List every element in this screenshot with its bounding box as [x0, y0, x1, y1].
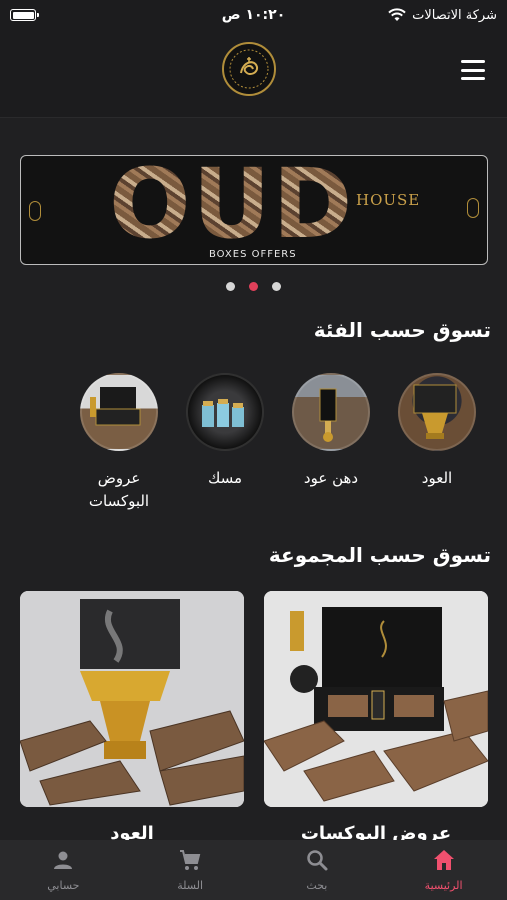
banner-brand: HOUSE — [356, 191, 421, 209]
category-label: دهن عود — [303, 469, 359, 487]
carousel-dot[interactable] — [272, 282, 281, 291]
app-header — [0, 30, 507, 118]
logo-emblem-icon — [229, 49, 269, 89]
banner-subtitle: BOXES OFFERS — [209, 249, 297, 260]
status-time: ١٠:٢٠ ص — [221, 7, 286, 23]
category-list: العود دهن عود مسك عروض البوكسات — [0, 373, 507, 513]
category-image — [292, 373, 370, 451]
category-oud-oil[interactable]: دهن عود — [281, 373, 381, 490]
category-image — [186, 373, 264, 451]
menu-button[interactable] — [461, 60, 485, 80]
menu-bar — [461, 60, 485, 63]
nav-cart[interactable]: السلة — [127, 840, 254, 900]
nav-search[interactable]: بحث — [254, 840, 381, 900]
menu-bar — [461, 68, 485, 72]
nav-label: السلة — [177, 879, 203, 892]
banner-logo-mark — [467, 198, 479, 218]
collection-image — [264, 591, 488, 807]
nav-label: حسابي — [47, 879, 80, 892]
collection-card-oud[interactable] — [20, 591, 244, 807]
status-bar: ١٠:٢٠ ص شركة الاتصالات — [0, 0, 507, 30]
nav-label: الرئيسية — [424, 879, 463, 892]
collection-image — [20, 591, 244, 807]
category-label: عروض البوكسات — [88, 469, 150, 510]
cart-icon — [180, 850, 201, 870]
carousel-dot[interactable] — [226, 282, 235, 291]
carousel-dot-active[interactable] — [249, 282, 258, 291]
bottom-navigation: حسابي السلة بحث الرئيسية — [0, 840, 507, 900]
collection-card-box-offers[interactable] — [264, 591, 488, 807]
category-box-offers[interactable]: عروض البوكسات — [69, 373, 169, 513]
collections-title: تسوق حسب المجموعة — [268, 543, 491, 567]
category-image — [398, 373, 476, 451]
carousel-dots — [0, 282, 507, 291]
banner-headline: OUD — [109, 155, 355, 260]
search-icon — [307, 850, 328, 871]
menu-bar — [461, 77, 485, 80]
categories-title: تسوق حسب الفئة — [313, 318, 491, 342]
nav-label: بحث — [306, 879, 328, 892]
category-label: العود — [421, 469, 453, 487]
promo-banner[interactable]: OUD HOUSE BOXES OFFERS — [20, 155, 488, 265]
banner-logo-mark — [29, 201, 41, 221]
account-icon — [54, 851, 73, 869]
nav-home[interactable]: الرئيسية — [380, 840, 507, 900]
category-label: مسك — [207, 469, 243, 487]
category-oud[interactable]: العود — [387, 373, 487, 490]
home-icon — [433, 850, 454, 870]
category-image — [80, 373, 158, 451]
brand-logo[interactable] — [222, 42, 276, 96]
category-musk[interactable]: مسك — [175, 373, 275, 490]
nav-account[interactable]: حسابي — [0, 840, 127, 900]
